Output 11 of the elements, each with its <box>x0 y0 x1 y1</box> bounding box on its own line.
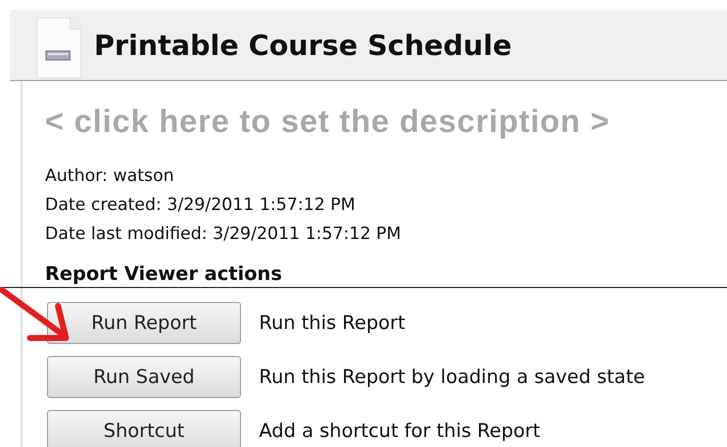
action-description: Run this Report by loading a saved state <box>259 366 645 388</box>
metadata-text: Author: watson <box>45 165 176 188</box>
action-button[interactable]: Shortcut <box>47 410 241 447</box>
metadata-text: Date last modified: 3/29/2011 1:57:12 PM <box>45 223 402 246</box>
action-description: Run this Report <box>259 312 406 334</box>
action-button[interactable]: Run Saved <box>47 356 241 398</box>
action-button[interactable]: Run Report <box>47 302 241 344</box>
action-description: Add a shortcut for this Report <box>259 420 540 442</box>
metadata-text: Date created: 3/29/2011 1:57:12 PM <box>45 194 356 217</box>
section-heading: Report Viewer actions <box>45 263 283 287</box>
report-title: Printable Course Schedule <box>94 28 512 62</box>
